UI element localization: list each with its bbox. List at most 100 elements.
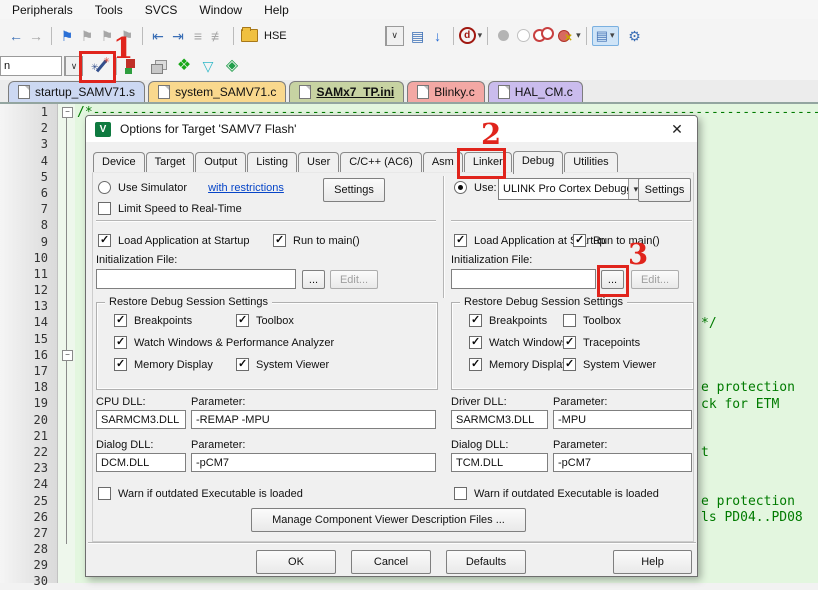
watch-windows-left-checkbox[interactable] [114,336,127,349]
file-tab-SAMx7_TP.ini[interactable]: SAMx7_TP.ini [289,81,404,102]
limit-speed-checkbox[interactable] [98,202,111,215]
driver-dll-input[interactable]: SARMCM3.DLL [451,410,548,429]
init-file-right-edit-button[interactable]: Edit... [631,270,679,289]
comment-selection-icon[interactable]: ≡ [188,26,208,46]
debugger-select-combobox[interactable]: ULINK Pro Cortex Debugger ▾ [498,178,644,200]
warn-right-checkbox[interactable] [454,487,467,500]
file-tab-bar: startup_SAMV71.ssystem_SAMV71.c SAMx7_TP.… [0,80,818,104]
watch-windows-right-checkbox[interactable] [469,336,482,349]
open-folder-icon[interactable] [239,26,259,46]
dialog-tab-c-c-ac6-[interactable]: C/C++ (AC6) [340,152,422,172]
pack-installer-icon[interactable]: ❖ [174,56,194,76]
cpu-dll-input[interactable]: SARMCM3.DLL [96,410,186,429]
file-tab-startup_SAMV71.s[interactable]: startup_SAMV71.s [8,81,145,102]
dialog-tab-debug[interactable]: Debug [513,151,563,174]
debugger-settings-button[interactable]: Settings [638,178,691,202]
load-app-left-checkbox[interactable] [98,234,111,247]
file-tab-system_SAMV71.c[interactable]: system_SAMV71.c [148,81,286,102]
dialog-tab-device[interactable]: Device [93,152,145,172]
memory-display-right-checkbox[interactable] [469,358,482,371]
run-to-main-left-checkbox[interactable] [273,234,286,247]
toolbox-right-checkbox[interactable] [563,314,576,327]
dialog-tab-utilities[interactable]: Utilities [564,152,617,172]
simulator-settings-button[interactable]: Settings [323,178,385,202]
init-file-left-browse-button[interactable]: ... [302,270,325,289]
with-restrictions-link[interactable]: with restrictions [208,182,284,194]
defaults-button[interactable]: Defaults [446,550,526,574]
init-file-left-input[interactable] [96,269,296,289]
init-file-right-input[interactable] [451,269,596,289]
system-viewer-left-label: System Viewer [256,359,329,371]
help-button[interactable]: Help [613,550,692,574]
disable-breakpoint-icon[interactable] [533,26,554,46]
enable-breakpoint-icon[interactable] [513,26,533,46]
dialog-dll-right-input[interactable]: TCM.DLL [451,453,548,472]
file-tab-label: SAMx7_TP.ini [316,85,394,99]
toggle-bookmark-icon[interactable]: ⚑ [57,26,77,46]
init-file-left-edit-button[interactable]: Edit... [330,270,378,289]
dialog-dll-left-input[interactable]: DCM.DLL [96,453,186,472]
ok-button[interactable]: OK [256,550,336,574]
search-dropdown[interactable]: ∨ [385,26,404,46]
file-tab-HAL_CM.c[interactable]: HAL_CM.c [488,81,583,102]
fold-marker[interactable]: − [62,107,73,118]
dialog-param-right-input[interactable]: -pCM7 [553,453,692,472]
breakpoints-left-checkbox[interactable] [114,314,127,327]
annotation-box-step3 [597,265,629,297]
find-in-files-icon[interactable]: ▤ [408,26,428,46]
chevron-down-icon[interactable]: ▾ [576,30,581,41]
cpu-param-input[interactable]: -REMAP -MPU [191,410,436,429]
target-select-combobox[interactable]: n [0,56,62,76]
line-number: 23 [0,460,57,476]
system-viewer-right-checkbox[interactable] [563,358,576,371]
limit-speed-row: Limit Speed to Real-Time [98,202,242,215]
breakpoints-right-checkbox[interactable] [469,314,482,327]
menu-item-svcs[interactable]: SVCS [145,3,178,17]
prev-bookmark-icon[interactable]: ⚑ [77,26,97,46]
dialog-tab-listing[interactable]: Listing [247,152,297,172]
dialog-tab-target[interactable]: Target [146,152,195,172]
annotation-number-2: 2 [481,120,501,149]
window-layout-button[interactable]: ▤▾ [592,26,619,46]
navigate-forward-icon[interactable]: → [26,26,46,46]
cancel-button[interactable]: Cancel [351,550,431,574]
run-to-main-left-row: Run to main() [273,234,360,247]
configuration-wrench-icon[interactable]: ⚙ [625,26,645,46]
select-software-packs-icon[interactable]: ▽ [198,56,218,76]
kill-breakpoints-icon[interactable]: ✕ [554,26,574,46]
toolbox-left-checkbox[interactable] [236,314,249,327]
memory-display-left-checkbox[interactable] [114,358,127,371]
close-icon[interactable]: ✕ [666,121,688,138]
load-app-right-checkbox[interactable] [454,234,467,247]
software-components-icon[interactable]: ◈ [222,56,242,76]
warn-left-checkbox[interactable] [98,487,111,500]
manage-component-viewer-button[interactable]: Manage Component Viewer Description File… [251,508,526,532]
run-to-main-right-checkbox[interactable] [573,234,586,247]
menu-item-help[interactable]: Help [264,3,289,17]
quick-find-icon[interactable]: d [459,27,476,44]
use-simulator-radio[interactable] [98,181,111,194]
system-viewer-left-checkbox[interactable] [236,358,249,371]
dialog-title-bar[interactable]: V Options for Target 'SAMV7 Flash' ✕ [86,116,697,142]
dialog-tab-user[interactable]: User [298,152,339,172]
indent-icon[interactable]: ⇥ [168,26,188,46]
menu-item-peripherals[interactable]: Peripherals [12,3,73,17]
dialog-tab-output[interactable]: Output [195,152,246,172]
fold-marker[interactable]: − [62,350,73,361]
tracepoints-right-checkbox[interactable] [563,336,576,349]
unindent-icon[interactable]: ⇤ [148,26,168,46]
chevron-down-icon[interactable]: ▾ [478,30,483,41]
goto-definition-icon[interactable]: ↓ [428,26,448,46]
use-debugger-radio[interactable] [454,181,467,194]
insert-breakpoint-icon[interactable] [493,26,513,46]
menu-item-window[interactable]: Window [199,3,242,17]
navigate-back-icon[interactable]: ← [6,26,26,46]
driver-param-input[interactable]: -MPU [553,410,692,429]
chevron-down-icon[interactable]: ∨ [386,27,403,45]
menu-item-tools[interactable]: Tools [95,3,123,17]
file-extensions-icon[interactable] [148,56,168,76]
uncomment-selection-icon[interactable]: ≢ [208,26,228,46]
dialog-param-left-input[interactable]: -pCM7 [191,453,436,472]
file-tab-Blinky.c[interactable]: Blinky.c [407,81,484,102]
toolbar-separator [51,27,52,45]
